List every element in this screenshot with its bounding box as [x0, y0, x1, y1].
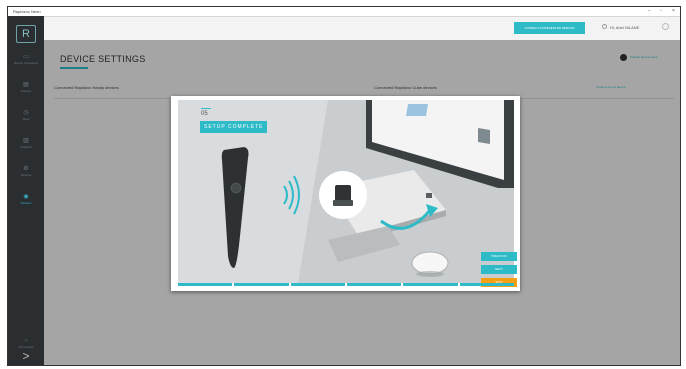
step-line	[201, 108, 211, 109]
progress-segment	[178, 283, 233, 286]
user-icon	[602, 24, 607, 29]
devices-icon: ◉	[23, 194, 29, 200]
close-window-button[interactable]: ×	[672, 8, 675, 14]
sidebar-item-devices[interactable]: ◉ Devices	[8, 194, 44, 205]
sidebar-item-bench[interactable]: ▭ Bench connected	[8, 54, 44, 65]
analytics-icon: ▥	[23, 138, 29, 144]
sidebar: R ▭ Bench connected ▤ Presets ◷ Timer ▥ …	[8, 16, 44, 365]
setup-illustration: 05 SETUP COMPLETE	[178, 100, 514, 283]
app-logo: R	[16, 25, 36, 43]
top-bar: CONNECT A PRESENTER REMOTE Hi, Ahel NILA…	[44, 16, 680, 40]
sidebar-item-label: Bench connected	[14, 61, 38, 65]
setup-wizard-modal: 05 SETUP COMPLETE PREVIOUS NEXT EXIT	[171, 96, 520, 291]
sidebar-item-timer[interactable]: ◷ Timer	[8, 110, 44, 121]
next-button[interactable]: NEXT	[481, 265, 517, 274]
step-title: SETUP COMPLETE	[200, 121, 268, 133]
presets-icon: ▤	[23, 82, 29, 88]
sidebar-item-analytics[interactable]: ▥ Analytics	[8, 138, 44, 149]
sidebar-item-label: Analytics	[19, 145, 32, 149]
setup-progress-bar	[178, 283, 514, 286]
previous-button[interactable]: PREVIOUS	[481, 252, 517, 261]
progress-segment	[459, 283, 514, 286]
sidebar-item-label: Settings	[20, 173, 32, 177]
expand-sidebar-button[interactable]: >	[8, 349, 44, 363]
sidebar-item-settings[interactable]: ⚙ Settings	[8, 166, 44, 177]
connect-remote-button[interactable]: CONNECT A PRESENTER REMOTE	[514, 22, 585, 34]
progress-segment	[290, 283, 345, 286]
sidebar-item-label: Timer	[22, 117, 30, 121]
sidebar-item-label: Devices	[20, 201, 32, 205]
window-title: Rapidzoo Neon	[13, 9, 41, 14]
step-number: 05	[201, 111, 208, 117]
maximize-button[interactable]: ▫	[660, 8, 662, 14]
sidebar-item-presets[interactable]: ▤ Presets	[8, 82, 44, 93]
mouse	[411, 251, 449, 275]
sidebar-item-info[interactable]: ○ Info & Help	[8, 338, 44, 349]
monitor-icon: ▭	[23, 54, 29, 60]
help-icon: ○	[24, 338, 28, 344]
progress-segment	[234, 283, 289, 286]
minimize-button[interactable]: −	[648, 8, 651, 14]
sidebar-item-label: Presets	[20, 89, 32, 93]
progress-segment	[403, 283, 458, 286]
user-name[interactable]: Hi, Ahel NILANE	[610, 25, 639, 30]
account-menu-icon[interactable]	[662, 23, 669, 30]
settings-icon: ⚙	[23, 166, 29, 172]
timer-icon: ◷	[23, 110, 29, 116]
progress-segment	[347, 283, 402, 286]
